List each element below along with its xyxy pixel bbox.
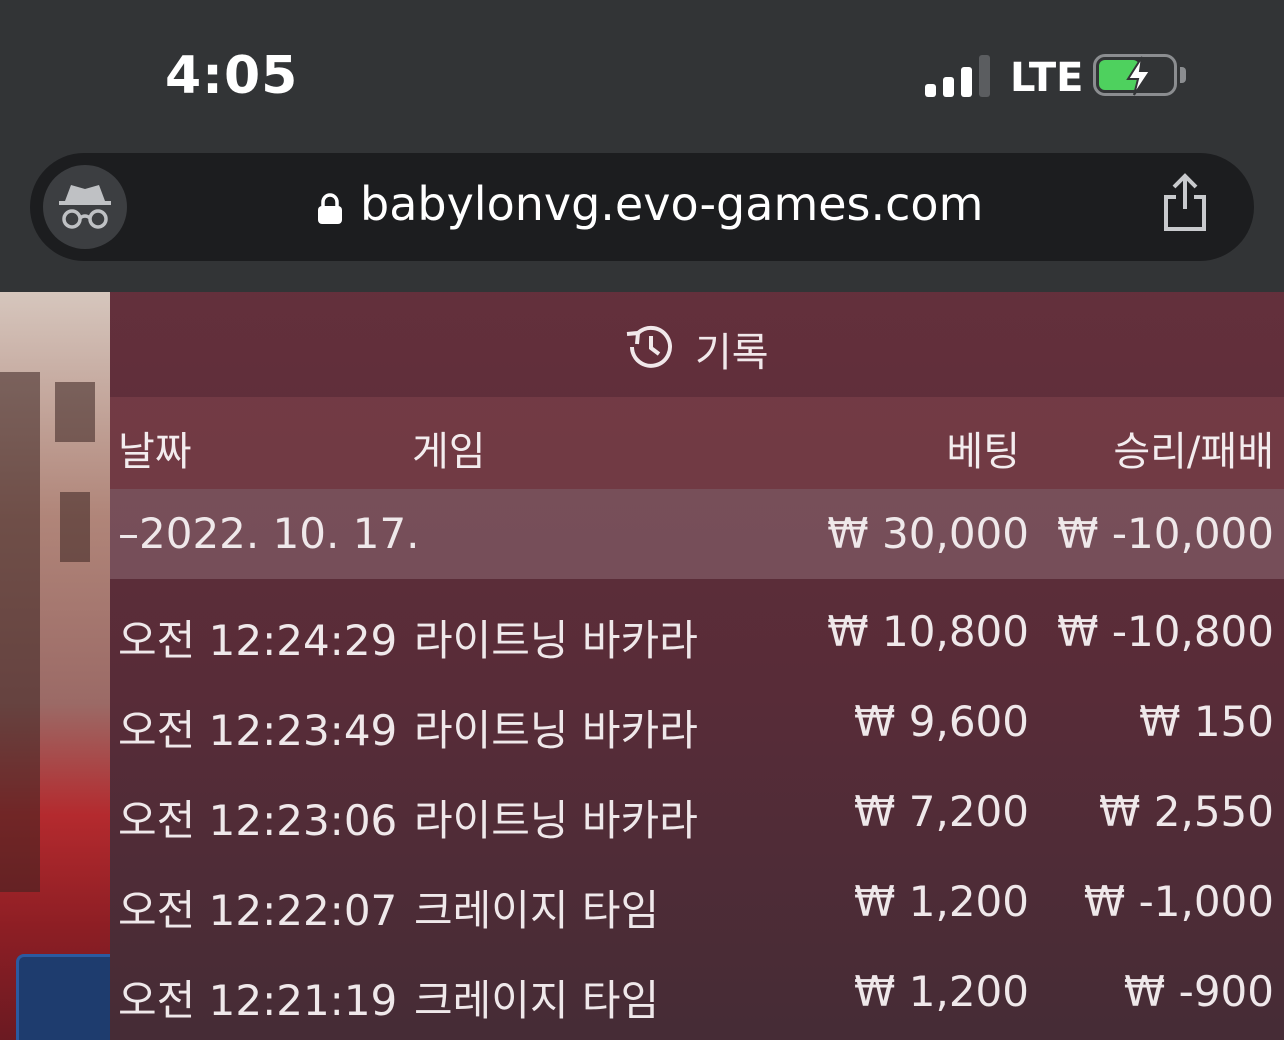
row-bet: ₩ 9,600 (853, 697, 1029, 746)
history-column-headers: 날짜 게임 베팅 승리/패배 (110, 397, 1284, 489)
history-row[interactable]: 오전 12:24:29 라이트닝 바카라 ₩ 10,800 ₩ -10,800 (110, 587, 1284, 677)
row-time: 오전 12:22:07 (118, 886, 398, 935)
row-bet: ₩ 1,200 (853, 967, 1029, 1016)
group-date: –2022. 10. 17. (118, 509, 420, 558)
row-game: 크레이지 타임 (414, 886, 660, 935)
row-win-loss: ₩ 150 (1138, 697, 1274, 746)
row-win-loss: ₩ -10,800 (1057, 607, 1274, 656)
network-type: LTE (1010, 55, 1084, 101)
battery-charging-icon (1093, 54, 1177, 96)
address-bar[interactable]: babylonvg.evo-games.com (30, 153, 1254, 261)
row-game: 크레이지 타임 (414, 976, 660, 1025)
group-bet-total: ₩ 30,000 (827, 509, 1029, 558)
row-game: 라이트닝 바카라 (414, 706, 698, 755)
history-icon (626, 325, 672, 368)
history-row[interactable]: 오전 12:23:06 라이트닝 바카라 ₩ 7,200 ₩ 2,550 (110, 767, 1284, 857)
history-row[interactable]: 오전 12:22:07 크레이지 타임 ₩ 1,200 ₩ -1,000 (110, 857, 1284, 947)
row-bet: ₩ 7,200 (853, 787, 1029, 836)
url-text[interactable]: babylonvg.evo-games.com (360, 177, 983, 231)
history-row[interactable]: 오전 12:21:19 크레이지 타임 ₩ 1,200 ₩ -900 (110, 947, 1284, 1037)
row-time: 오전 12:24:29 (118, 616, 398, 665)
row-win-loss: ₩ -1,000 (1083, 877, 1274, 926)
game-timer-widget (16, 954, 110, 1040)
history-row[interactable]: 오전 12:23:49 라이트닝 바카라 ₩ 9,600 ₩ 150 (110, 677, 1284, 767)
cellular-signal-icon (925, 55, 991, 97)
history-header: 기록 (110, 292, 1284, 397)
row-time: 오전 12:23:49 (118, 706, 398, 755)
group-win-loss-total: ₩ -10,000 (1057, 509, 1274, 558)
row-time: 오전 12:23:06 (118, 796, 398, 845)
row-time: 오전 12:21:19 (118, 976, 398, 1025)
history-title: 기록 (695, 330, 769, 376)
row-win-loss: ₩ 2,550 (1098, 787, 1274, 836)
game-video-preview (0, 292, 110, 1040)
lock-icon (318, 193, 342, 224)
share-icon[interactable] (1160, 173, 1210, 235)
column-win-loss: 승리/패배 (1113, 429, 1274, 475)
column-bet: 베팅 (946, 429, 1020, 475)
incognito-icon[interactable] (43, 165, 127, 249)
column-date: 날짜 (118, 429, 192, 475)
row-game: 라이트닝 바카라 (414, 616, 698, 665)
battery-cap (1180, 67, 1186, 83)
row-win-loss: ₩ -900 (1123, 967, 1274, 1016)
page-content: 기록 날짜 게임 베팅 승리/패배 –2022. 10. 17. ₩ 30,00… (0, 292, 1284, 1040)
row-game: 라이트닝 바카라 (414, 796, 698, 845)
clock: 4:05 (165, 46, 299, 106)
row-bet: ₩ 1,200 (853, 877, 1029, 926)
row-bet: ₩ 10,800 (827, 607, 1029, 656)
status-bar: 4:05 LTE (0, 0, 1284, 150)
history-panel: 기록 날짜 게임 베팅 승리/패배 –2022. 10. 17. ₩ 30,00… (110, 292, 1284, 1040)
column-game: 게임 (412, 429, 486, 475)
history-date-group[interactable]: –2022. 10. 17. ₩ 30,000 ₩ -10,000 (110, 489, 1284, 579)
